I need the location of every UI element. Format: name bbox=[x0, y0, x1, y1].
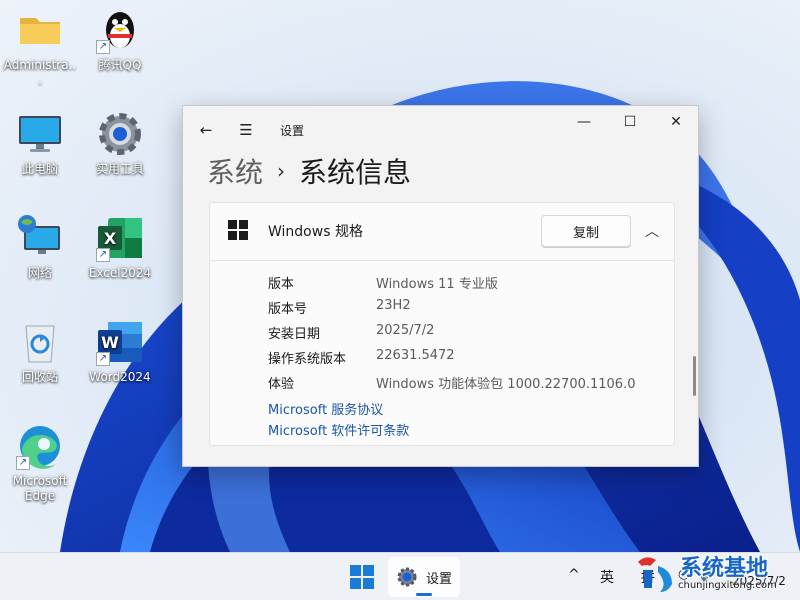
title-bar[interactable]: ← ☰ 设置 — ☐ ✕ bbox=[183, 106, 698, 140]
watermark-title: 系统基地 bbox=[680, 556, 769, 581]
desktop-icon-label: Administra... bbox=[3, 58, 77, 87]
copy-button[interactable]: 复制 bbox=[541, 215, 631, 247]
recycle-bin-icon bbox=[16, 318, 64, 366]
shortcut-arrow-icon: ↗ bbox=[16, 456, 30, 470]
desktop-icon-administrator[interactable]: Administra... bbox=[0, 0, 80, 96]
close-button[interactable]: ✕ bbox=[653, 106, 698, 138]
tray-chevron-up-icon[interactable]: ^ bbox=[568, 567, 580, 583]
desktop-icon-qq[interactable]: ↗ 腾讯QQ bbox=[80, 0, 160, 96]
excel-icon: X ↗ bbox=[96, 214, 144, 262]
settings-window: ← ☰ 设置 — ☐ ✕ 系统 › 系统信息 Windows 规格 复制 ︿ 版… bbox=[182, 105, 699, 467]
desktop-icon-excel[interactable]: X ↗ Excel2024 bbox=[80, 208, 160, 304]
desktop-icon-label: 回收站 bbox=[21, 370, 58, 384]
link-services-agreement[interactable]: Microsoft 服务协议 bbox=[268, 399, 383, 418]
windows-start-icon[interactable] bbox=[350, 565, 374, 589]
edge-icon: ↗ bbox=[16, 422, 64, 470]
chevron-up-icon[interactable]: ︿ bbox=[640, 219, 664, 243]
svg-text:X: X bbox=[104, 229, 117, 248]
shortcut-arrow-icon: ↗ bbox=[96, 40, 110, 54]
page-title: 系统信息 bbox=[299, 156, 412, 189]
watermark-url: chunjingxitong.com bbox=[678, 580, 777, 591]
scrollbar-thumb[interactable] bbox=[693, 356, 696, 396]
spec-key: 体验 bbox=[268, 377, 295, 392]
spec-value: Windows 11 专业版 bbox=[376, 277, 498, 292]
desktop-icon-network[interactable]: 网络 bbox=[0, 208, 80, 304]
word-icon: W ↗ bbox=[96, 318, 144, 366]
link-license-terms[interactable]: Microsoft 软件许可条款 bbox=[268, 420, 409, 439]
spec-key: 版本号 bbox=[268, 302, 308, 317]
desktop-icon-label: Microsoft Edge bbox=[12, 474, 68, 503]
desktop-icon-label: Word2024 bbox=[89, 370, 151, 384]
settings-gear-icon bbox=[397, 567, 417, 587]
maximize-button[interactable]: ☐ bbox=[607, 106, 653, 138]
spec-value: 22631.5472 bbox=[376, 348, 455, 363]
breadcrumb: 系统 › 系统信息 bbox=[207, 151, 411, 191]
monitor-icon bbox=[16, 110, 64, 158]
watermark-logo-icon bbox=[638, 557, 672, 592]
taskbar-settings-app[interactable]: 设置 bbox=[388, 557, 460, 597]
qq-penguin-icon: ↗ bbox=[96, 6, 144, 54]
desktop-icon-label: 实用工具 bbox=[95, 162, 144, 176]
desktop-icon-label: 腾讯QQ bbox=[98, 58, 142, 72]
watermark: 系统基地 chunjingxitong.com bbox=[632, 550, 798, 598]
spec-key: 安装日期 bbox=[268, 327, 321, 342]
gear-icon bbox=[96, 110, 144, 158]
minimize-button[interactable]: — bbox=[561, 106, 607, 138]
menu-hamburger-icon[interactable]: ☰ bbox=[231, 116, 261, 144]
chevron-right-icon: › bbox=[277, 159, 286, 183]
network-globe-icon bbox=[16, 214, 64, 262]
desktop-icon-label: Excel2024 bbox=[88, 266, 152, 280]
windows-specs-header[interactable]: Windows 规格 复制 ︿ bbox=[210, 203, 674, 261]
card-title: Windows 规格 bbox=[268, 224, 363, 240]
spec-value: Windows 功能体验包 1000.22700.1106.0 bbox=[376, 377, 636, 392]
desktop-icon-label: 此电脑 bbox=[21, 162, 58, 176]
desktop-icon-edge[interactable]: ↗ Microsoft Edge bbox=[0, 416, 80, 516]
taskbar-app-label: 设置 bbox=[426, 571, 453, 587]
svg-text:W: W bbox=[101, 333, 119, 352]
desktop-icon-label: 网络 bbox=[27, 266, 52, 280]
desktop-icon-word[interactable]: W ↗ Word2024 bbox=[80, 312, 160, 408]
desktop-icon-recycle-bin[interactable]: 回收站 bbox=[0, 312, 80, 408]
spec-key: 操作系统版本 bbox=[268, 352, 347, 367]
active-indicator bbox=[416, 593, 432, 596]
spec-key: 版本 bbox=[268, 277, 295, 292]
shortcut-arrow-icon: ↗ bbox=[96, 352, 110, 366]
back-arrow-icon[interactable]: ← bbox=[191, 116, 221, 144]
breadcrumb-parent-system[interactable]: 系统 bbox=[207, 151, 263, 191]
desktop-icon-utilities[interactable]: 实用工具 bbox=[80, 104, 160, 200]
window-title: 设置 bbox=[280, 124, 305, 138]
folder-icon bbox=[16, 6, 64, 54]
windows-specs-card: Windows 规格 复制 ︿ 版本 Windows 11 专业版 版本号 23… bbox=[209, 202, 675, 446]
desktop-icon-this-pc[interactable]: 此电脑 bbox=[0, 104, 80, 200]
windows-logo-icon bbox=[228, 220, 248, 240]
spec-value: 23H2 bbox=[376, 298, 411, 313]
shortcut-arrow-icon: ↗ bbox=[96, 248, 110, 262]
spec-value: 2025/7/2 bbox=[376, 323, 435, 338]
ime-language-indicator[interactable]: 英 bbox=[600, 567, 614, 587]
